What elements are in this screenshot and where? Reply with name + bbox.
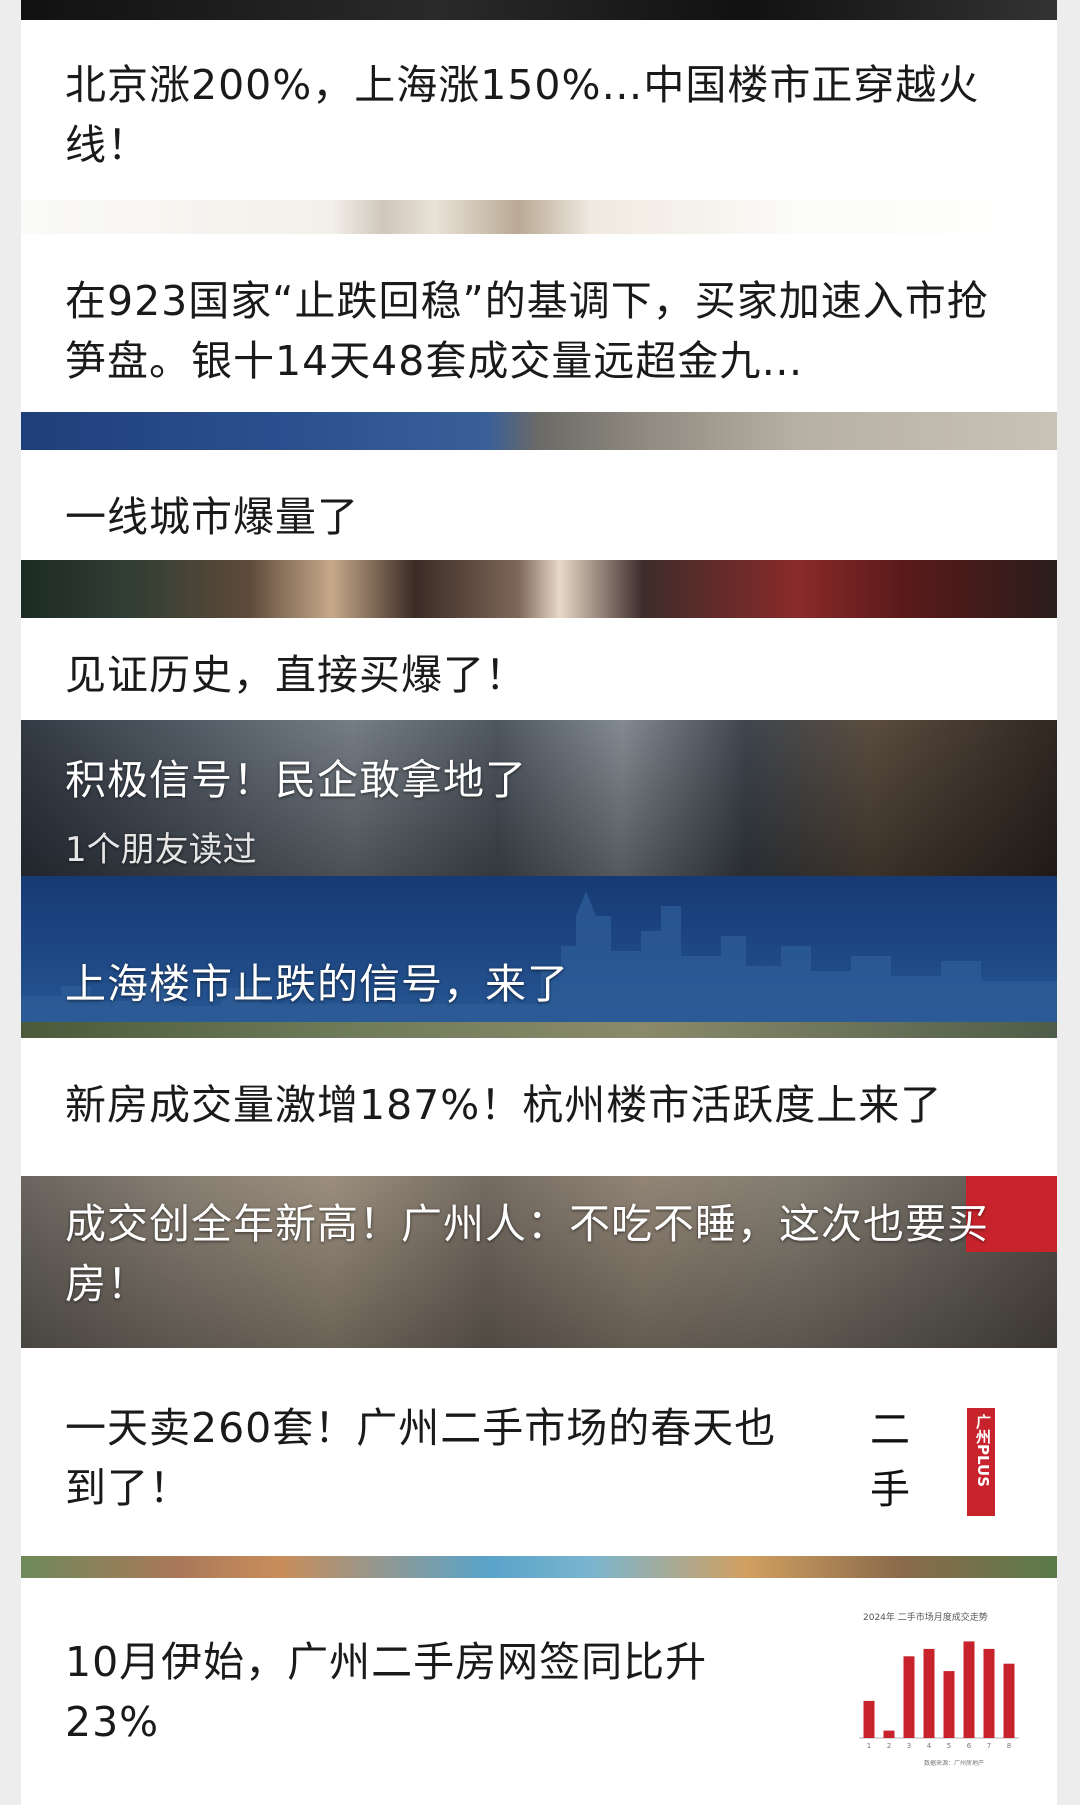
banner-bottom-strip: [21, 1022, 1057, 1038]
friends-read-count: 1个朋友读过: [65, 830, 257, 870]
article-feed: 北京涨200%，上海涨150%…中国楼市正穿越火线！ 在923国家“止跌回稳”的…: [21, 0, 1057, 1805]
article-title: 上海楼市止跌的信号，来了: [65, 960, 569, 1008]
article-item[interactable]: 北京涨200%，上海涨150%…中国楼市正穿越火线！: [21, 20, 1057, 200]
article-item[interactable]: 上海楼市止跌的信号，来了: [21, 876, 1057, 1038]
article-item[interactable]: 在923国家“止跌回稳”的基调下，买家加速入市抢笋盘。银十14天48套成交量远超…: [21, 234, 1057, 412]
article-item[interactable]: 成交创全年新高！广州人：不吃不睡，这次也要买房！: [21, 1176, 1057, 1348]
chart-tick-label: 1: [867, 1742, 871, 1750]
top-image-strip: [21, 0, 1057, 20]
chart-tick-label: 4: [927, 1742, 932, 1750]
image-strip: [21, 1556, 1057, 1578]
chart-bar: [1003, 1663, 1015, 1738]
article-item[interactable]: 见证历史，直接买爆了！: [21, 618, 1057, 720]
thumbnail-vertical-text: 二手: [870, 1407, 910, 1513]
image-strip: [21, 200, 1057, 234]
brand-badge-text: 广州PLUS: [974, 1414, 992, 1488]
brand-badge: 广州PLUS: [967, 1408, 995, 1516]
chart-bar: [943, 1671, 955, 1738]
bar-chart: 1 2 3 4 5 6 7 8: [859, 1641, 1019, 1750]
article-item[interactable]: 新房成交量激增187%！杭州楼市活跃度上来了: [21, 1038, 1057, 1176]
chart-tick-label: 6: [967, 1742, 972, 1750]
chart-tick-label: 3: [907, 1742, 911, 1750]
article-title: 一天卖260套！广州二手市场的春天也到了！: [65, 1404, 777, 1512]
image-strip: [21, 560, 1057, 618]
chart-bar: [883, 1730, 895, 1738]
article-thumbnail: 2024年 二手市场月度成交走势 1 2 3 4 5 6 7 8 数据来源：广州房地产: [841, 1592, 1031, 1777]
chart-title: 2024年 二手市场月度成交走势: [863, 1613, 988, 1623]
article-thumbnail: 二手 广州PLUS: [856, 1400, 1011, 1520]
article-item[interactable]: 10月伊始，广州二手房网签同比升23% 2024年 二手市场月度成交走势 1 2 3…: [21, 1578, 1057, 1805]
article-item[interactable]: 一天卖260套！广州二手市场的春天也到了！ 二手 广州PLUS: [21, 1348, 1057, 1556]
chart-bar: [863, 1700, 875, 1738]
article-title: 成交创全年新高！广州人：不吃不睡，这次也要买房！: [65, 1200, 989, 1308]
article-item[interactable]: 积极信号！民企敢拿地了 1个朋友读过: [21, 720, 1057, 876]
chart-tick-label: 8: [1007, 1742, 1011, 1750]
chart-bar: [963, 1641, 975, 1738]
article-title: 积极信号！民企敢拿地了: [65, 756, 527, 804]
article-item[interactable]: 一线城市爆量了: [21, 450, 1057, 560]
chart-footer: 数据来源：广州房地产: [924, 1760, 985, 1767]
article-title: 10月伊始，广州二手房网签同比升23%: [65, 1638, 708, 1746]
article-title: 一线城市爆量了: [65, 493, 359, 541]
chart-bar: [903, 1656, 915, 1738]
chart-tick-label: 2: [887, 1742, 891, 1750]
chart-bar: [923, 1648, 935, 1738]
article-title: 在923国家“止跌回稳”的基调下，买家加速入市抢笋盘。银十14天48套成交量远超…: [65, 277, 989, 385]
article-title: 北京涨200%，上海涨150%…中国楼市正穿越火线！: [65, 61, 980, 169]
chart-bar: [983, 1648, 995, 1738]
image-strip: [21, 412, 1057, 450]
article-title: 新房成交量激增187%！杭州楼市活跃度上来了: [65, 1081, 943, 1129]
chart-tick-label: 5: [947, 1742, 951, 1750]
article-title: 见证历史，直接买爆了！: [65, 651, 527, 699]
chart-tick-label: 7: [987, 1742, 991, 1750]
